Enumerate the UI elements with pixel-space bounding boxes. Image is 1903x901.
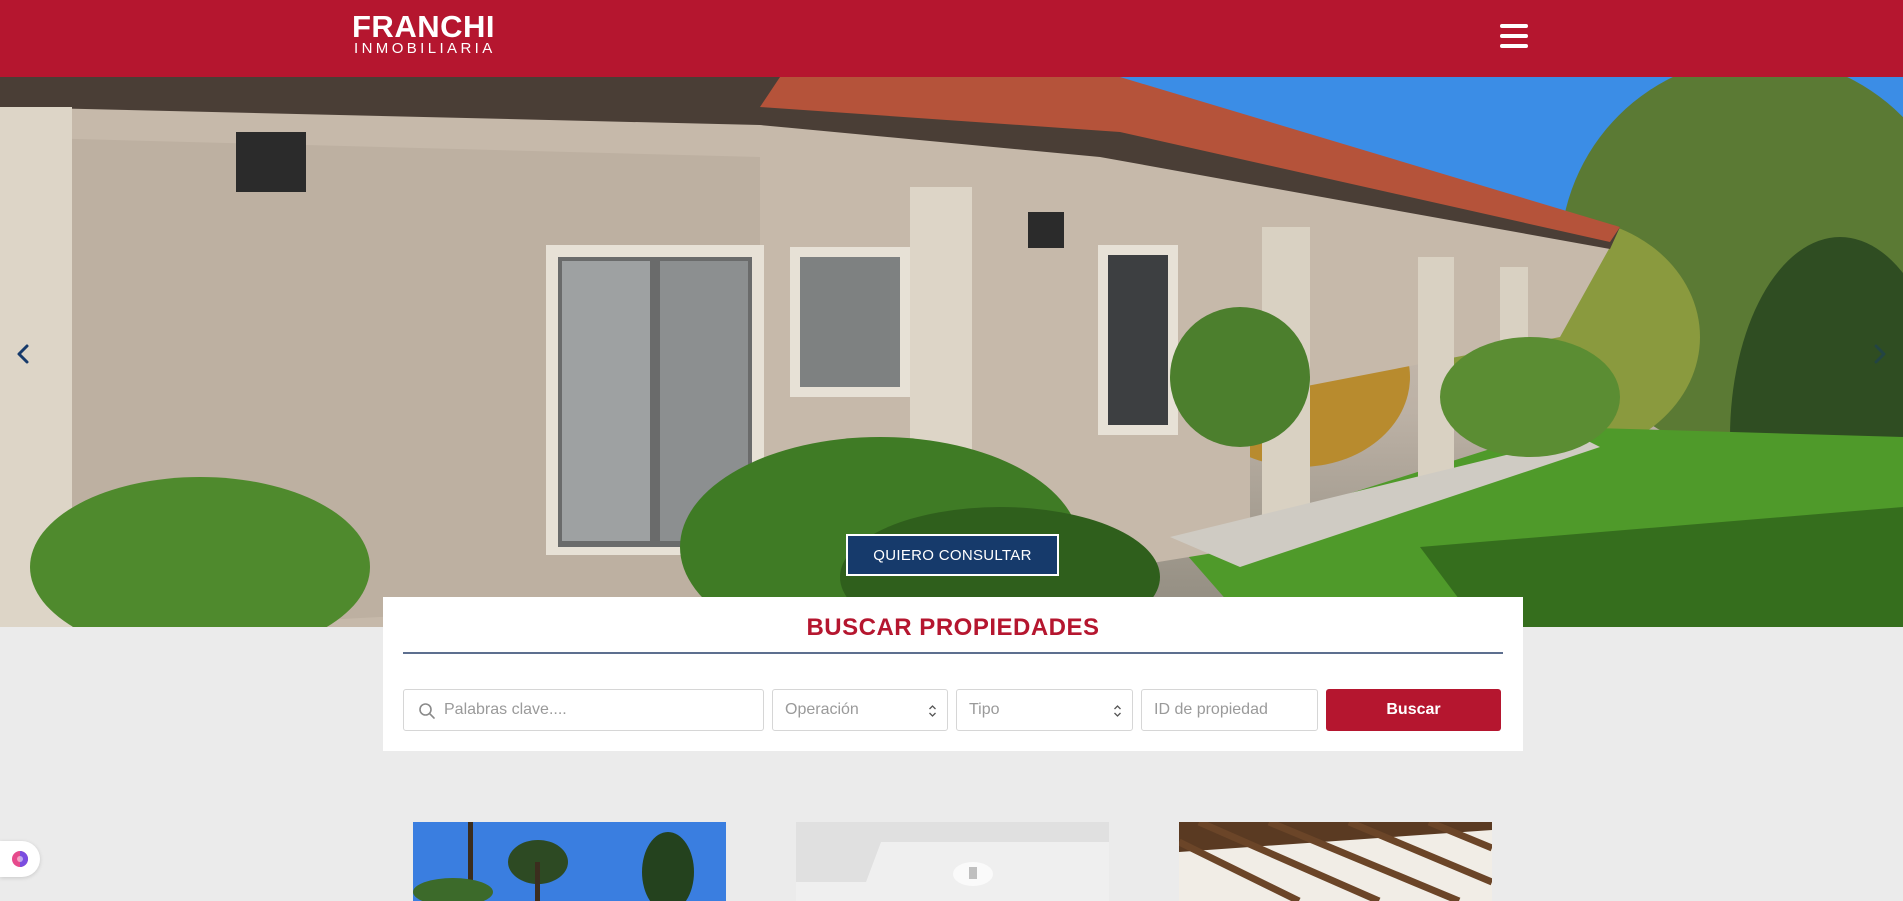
keywords-field[interactable] [403,689,764,731]
logo-main-text: FRANCHI [352,9,495,44]
property-card[interactable] [796,822,1109,901]
operation-select[interactable]: Operación [772,689,948,731]
chevron-right-icon[interactable] [1865,339,1895,369]
search-panel: BUSCAR PROPIEDADES Operación Tipo Buscar [383,597,1523,751]
chevron-left-icon[interactable] [8,339,38,369]
property-id-field[interactable] [1141,689,1318,731]
keywords-input[interactable] [444,701,763,719]
logo-sub-text: INMOBILIARIA [354,40,496,57]
property-card[interactable] [413,822,726,901]
search-icon [419,703,435,719]
accessibility-widget[interactable] [0,841,40,877]
franchi-logo[interactable]: FRANCHI INMOBILIARIA [352,9,496,57]
search-divider [403,652,1503,654]
property-image [796,822,1109,901]
property-image [413,822,726,901]
type-select[interactable]: Tipo [956,689,1133,731]
buscar-button[interactable]: Buscar [1326,689,1501,731]
hero-slider: QUIERO CONSULTAR [0,77,1903,627]
quiero-consultar-button[interactable]: QUIERO CONSULTAR [846,534,1059,576]
select-arrows-icon [1114,705,1121,717]
brain-icon [12,851,28,867]
property-image [1179,822,1492,901]
select-arrows-icon [929,705,936,717]
hamburger-menu-icon[interactable] [1500,24,1528,48]
property-id-input[interactable] [1154,701,1317,719]
type-select-label: Tipo [969,701,1000,718]
site-header: FRANCHI INMOBILIARIA [0,0,1903,77]
property-card[interactable] [1179,822,1492,901]
search-title: BUSCAR PROPIEDADES [806,614,1100,641]
operation-select-label: Operación [785,701,859,718]
